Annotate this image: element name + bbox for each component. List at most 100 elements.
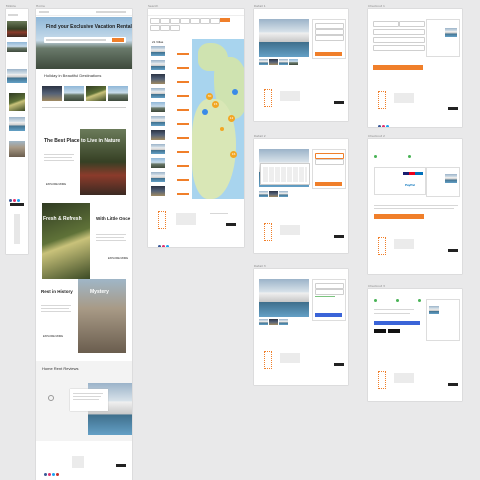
- detail1-thumb-2[interactable]: [269, 59, 278, 65]
- detail3-thumb-2[interactable]: [269, 319, 278, 325]
- detail2-book-button[interactable]: [315, 182, 342, 186]
- email-input[interactable]: [373, 29, 425, 35]
- first-name-input[interactable]: [373, 21, 399, 27]
- filter-chip-7[interactable]: [210, 18, 220, 24]
- footer-logo: [158, 211, 166, 229]
- checkout1-pay-button[interactable]: [373, 65, 423, 70]
- listing-book-button[interactable]: [177, 81, 189, 83]
- map-cluster[interactable]: 15: [212, 101, 219, 108]
- filter-chip-8[interactable]: [150, 25, 160, 31]
- listing-book-button[interactable]: [177, 179, 189, 181]
- detail3-booking-panel: [312, 279, 346, 321]
- listing-thumb[interactable]: [151, 144, 165, 154]
- listing-book-button[interactable]: [177, 123, 189, 125]
- detail3-thumb-3[interactable]: [279, 319, 288, 325]
- checkout1-subscribe-button[interactable]: [448, 107, 458, 110]
- filter-chip-1[interactable]: [150, 18, 160, 24]
- nav-links[interactable]: [96, 11, 126, 13]
- detail3-thumb-1[interactable]: [259, 319, 268, 325]
- listing-thumb[interactable]: [151, 186, 165, 196]
- home-subscribe-button[interactable]: [116, 464, 126, 467]
- listing-thumb[interactable]: [151, 172, 165, 182]
- listing-book-button[interactable]: [177, 137, 189, 139]
- detail3-subscribe-button[interactable]: [334, 363, 344, 366]
- detail2-thumb-3[interactable]: [279, 191, 288, 197]
- listing-book-button[interactable]: [177, 165, 189, 167]
- address-input[interactable]: [373, 45, 425, 51]
- listing-book-button[interactable]: [177, 151, 189, 153]
- google-play-badge[interactable]: [388, 329, 400, 333]
- checkout2-subscribe-button[interactable]: [448, 249, 458, 252]
- filter-chip-2[interactable]: [160, 18, 170, 24]
- destination-card-3[interactable]: [86, 86, 106, 101]
- filter-chip-9[interactable]: [160, 25, 170, 31]
- detail1-main-image: [259, 19, 309, 57]
- frame-label-checkout-1: Checkout 1: [368, 4, 385, 8]
- destination-card-4[interactable]: [108, 86, 128, 101]
- detail2-subscribe-button[interactable]: [334, 235, 344, 238]
- listing-thumb[interactable]: [151, 46, 165, 56]
- filter-chip-6[interactable]: [200, 18, 210, 24]
- calendar-grid[interactable]: [263, 167, 307, 182]
- map-cluster[interactable]: 16: [230, 151, 237, 158]
- feature3-cta[interactable]: EXPLORE MORE: [43, 335, 63, 338]
- destination-card-2[interactable]: [64, 86, 84, 101]
- hero-search-button[interactable]: [112, 38, 124, 42]
- mobile-subscribe-button[interactable]: [10, 203, 24, 206]
- map-cluster[interactable]: 12: [228, 115, 235, 122]
- filter-chip-10[interactable]: [170, 25, 180, 31]
- checkout-field[interactable]: [315, 289, 344, 295]
- footer-logo: [378, 237, 386, 255]
- detail1-thumb-3[interactable]: [279, 59, 288, 65]
- listing-book-button[interactable]: [177, 53, 189, 55]
- feature1-cta[interactable]: EXPLORE MORE: [46, 183, 66, 186]
- summary-thumb: [445, 28, 457, 37]
- detail1-thumb-4[interactable]: [289, 59, 298, 65]
- destination-card-1[interactable]: [42, 86, 62, 101]
- search-subscribe-button[interactable]: [226, 223, 236, 226]
- summary-thumb: [429, 306, 439, 314]
- app-store-badge[interactable]: [374, 329, 386, 333]
- filter-chip-3[interactable]: [170, 18, 180, 24]
- detail1-thumb-1[interactable]: [259, 59, 268, 65]
- review-prev-button[interactable]: [48, 395, 54, 401]
- feature2-cta[interactable]: EXPLORE MORE: [108, 257, 128, 260]
- detail1-booking-panel: [312, 19, 346, 59]
- map-pin[interactable]: [232, 89, 238, 95]
- phone-input[interactable]: [373, 37, 425, 43]
- map-cluster[interactable]: 30: [206, 93, 213, 100]
- filter-chip-4[interactable]: [180, 18, 190, 24]
- listing-thumb[interactable]: [151, 158, 165, 168]
- search-fields[interactable]: [46, 39, 106, 41]
- listing-thumb[interactable]: [151, 130, 165, 140]
- listing-book-button[interactable]: [177, 95, 189, 97]
- checkout3-confirm-button[interactable]: [374, 321, 420, 325]
- detail3-book-button[interactable]: [315, 313, 342, 317]
- checkout-field[interactable]: [315, 159, 344, 165]
- frame-label-search: Search: [148, 4, 159, 8]
- listing-thumb[interactable]: [151, 102, 165, 112]
- map[interactable]: 30 15 12 16: [192, 39, 244, 199]
- listing-thumb[interactable]: [151, 88, 165, 98]
- map-pin-small[interactable]: [220, 127, 224, 131]
- calendar-popup[interactable]: [260, 163, 310, 185]
- filter-apply-button[interactable]: [220, 18, 230, 22]
- listing-book-button[interactable]: [177, 193, 189, 195]
- detail1-subscribe-button[interactable]: [334, 101, 344, 104]
- hero-search-bar[interactable]: [44, 37, 126, 43]
- checkout3-subscribe-button[interactable]: [448, 383, 458, 386]
- detail2-thumb-1[interactable]: [259, 191, 268, 197]
- paypal-label[interactable]: PayPal: [405, 183, 415, 187]
- detail1-book-button[interactable]: [315, 52, 342, 56]
- listing-thumb[interactable]: [151, 116, 165, 126]
- listing-book-button[interactable]: [177, 109, 189, 111]
- checkout2-pay-button[interactable]: [374, 214, 424, 219]
- listing-book-button[interactable]: [177, 67, 189, 69]
- filter-chip-5[interactable]: [190, 18, 200, 24]
- detail2-thumb-2[interactable]: [269, 191, 278, 197]
- map-pin[interactable]: [202, 109, 208, 115]
- last-name-input[interactable]: [399, 21, 425, 27]
- listing-thumb[interactable]: [151, 74, 165, 84]
- guests-field[interactable]: [315, 35, 344, 41]
- listing-thumb[interactable]: [151, 60, 165, 70]
